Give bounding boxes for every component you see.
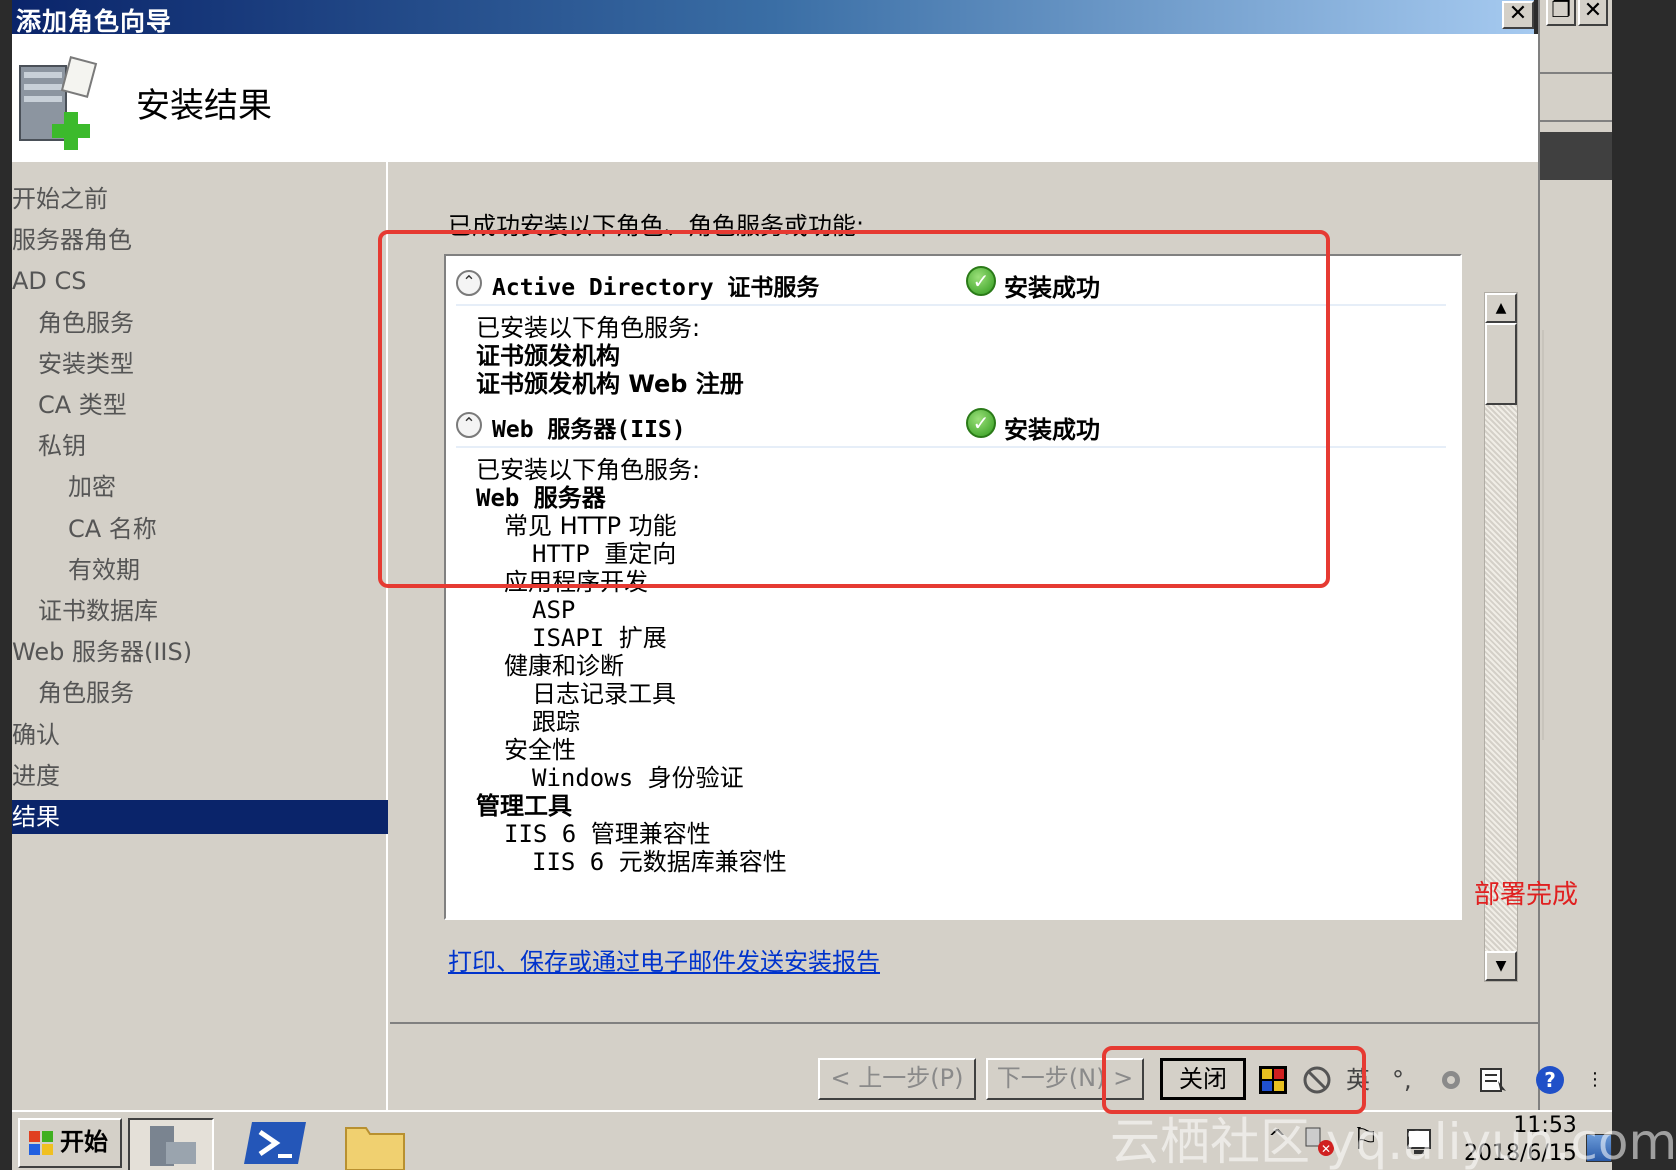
parent-close-icon[interactable]: ✕ xyxy=(1578,0,1608,26)
start-label: 开始 xyxy=(60,1128,108,1156)
nav-item: 私钥 xyxy=(38,432,86,461)
role-service-line: 日志记录工具 xyxy=(532,680,676,708)
wizard-nav: 开始之前 服务器角色 AD CS 角色服务 安装类型 CA 类型 私钥 加密 CA 名称 有效期证… xyxy=(12,162,388,1110)
page-title: 安装结果 xyxy=(136,86,272,126)
parent-panel xyxy=(1540,78,1612,122)
toolbar-more-icon[interactable]: ⋮ xyxy=(1586,1062,1604,1098)
scroll-down-icon[interactable]: ▼ xyxy=(1485,951,1517,981)
role-service-line: Windows 身份验证 xyxy=(532,764,744,792)
deploy-annotation: 部署完成 xyxy=(1474,880,1579,910)
wizard-header: 安装结果 xyxy=(12,34,1538,162)
window-title: 添加角色向导 xyxy=(16,7,173,36)
server-add-icon xyxy=(19,55,98,150)
powershell-icon[interactable] xyxy=(242,1118,328,1170)
role-service-line: ASP xyxy=(532,596,576,624)
tools-icon[interactable] xyxy=(1436,1062,1468,1098)
nav-item: AD CS xyxy=(12,267,87,296)
help-icon[interactable]: ? xyxy=(1534,1062,1568,1098)
nav-item: CA 名称 xyxy=(68,514,157,543)
role-service-line: ISAPI 扩展 xyxy=(532,624,667,652)
title-bar: 添加角色向导 xyxy=(12,0,1534,36)
nav-item: 结果 xyxy=(12,800,388,834)
parent-panel xyxy=(1540,30,1612,74)
nav-item: 开始之前 xyxy=(12,185,108,213)
screen: 添加角色向导 ✕ ❐ ✕ 安装结果 开始之前 服务器角色 AD CS 角色服务 安装类型… xyxy=(0,0,1676,1170)
nav-item: 确认 xyxy=(12,720,60,749)
nav-item: 角色服务 xyxy=(38,308,134,337)
desktop-edge xyxy=(1612,0,1676,1170)
role-service-line: 管理工具 xyxy=(476,792,572,820)
nav-item: 证书数据库 xyxy=(38,597,158,625)
scroll-thumb[interactable] xyxy=(1485,323,1517,405)
scroll-up-icon[interactable]: ▲ xyxy=(1485,293,1517,323)
svg-text:?: ? xyxy=(1544,1068,1556,1092)
nav-item: 服务器角色 xyxy=(12,226,132,255)
nav-item: 加密 xyxy=(68,473,116,502)
parent-window-edge: ❐ ✕ xyxy=(1538,0,1612,1110)
nav-item: 角色服务 xyxy=(38,679,134,708)
role-service-line: 健康和诊断 xyxy=(504,652,624,680)
role-service-line: 跟踪 xyxy=(532,708,580,736)
start-button[interactable]: 开始 xyxy=(18,1118,122,1168)
keyboard-icon[interactable] xyxy=(1478,1062,1510,1098)
watermark: 云栖社区 yq.aliyun.com xyxy=(1110,1113,1676,1170)
nav-item: 进度 xyxy=(12,761,60,790)
server-manager-icon[interactable] xyxy=(128,1118,214,1170)
nav-item: 有效期 xyxy=(68,555,140,584)
parent-scroll-track xyxy=(1542,330,1560,740)
report-link[interactable]: 打印、保存或通过电子邮件发送安装报告 xyxy=(448,942,880,977)
ime-punct[interactable]: °, xyxy=(1392,1062,1412,1098)
windows-flag-icon xyxy=(29,1131,53,1155)
role-service-line: 安全性 xyxy=(504,736,576,764)
footer-divider xyxy=(390,1022,1538,1024)
annotation-box-results xyxy=(378,230,1330,588)
nav-item: Web 服务器(IIS) xyxy=(12,638,193,667)
restore-icon[interactable]: ❐ xyxy=(1546,0,1576,26)
nav-item: 安装类型 xyxy=(38,349,134,378)
prev-button[interactable]: < 上一步(P) xyxy=(818,1058,976,1100)
explorer-icon[interactable] xyxy=(340,1118,426,1170)
close-icon[interactable]: ✕ xyxy=(1502,1,1534,29)
role-service-line: IIS 6 元数据库兼容性 xyxy=(532,848,787,876)
nav-item: CA 类型 xyxy=(38,391,127,419)
role-service-line: IIS 6 管理兼容性 xyxy=(504,820,711,848)
parent-header-dark xyxy=(1540,132,1612,180)
